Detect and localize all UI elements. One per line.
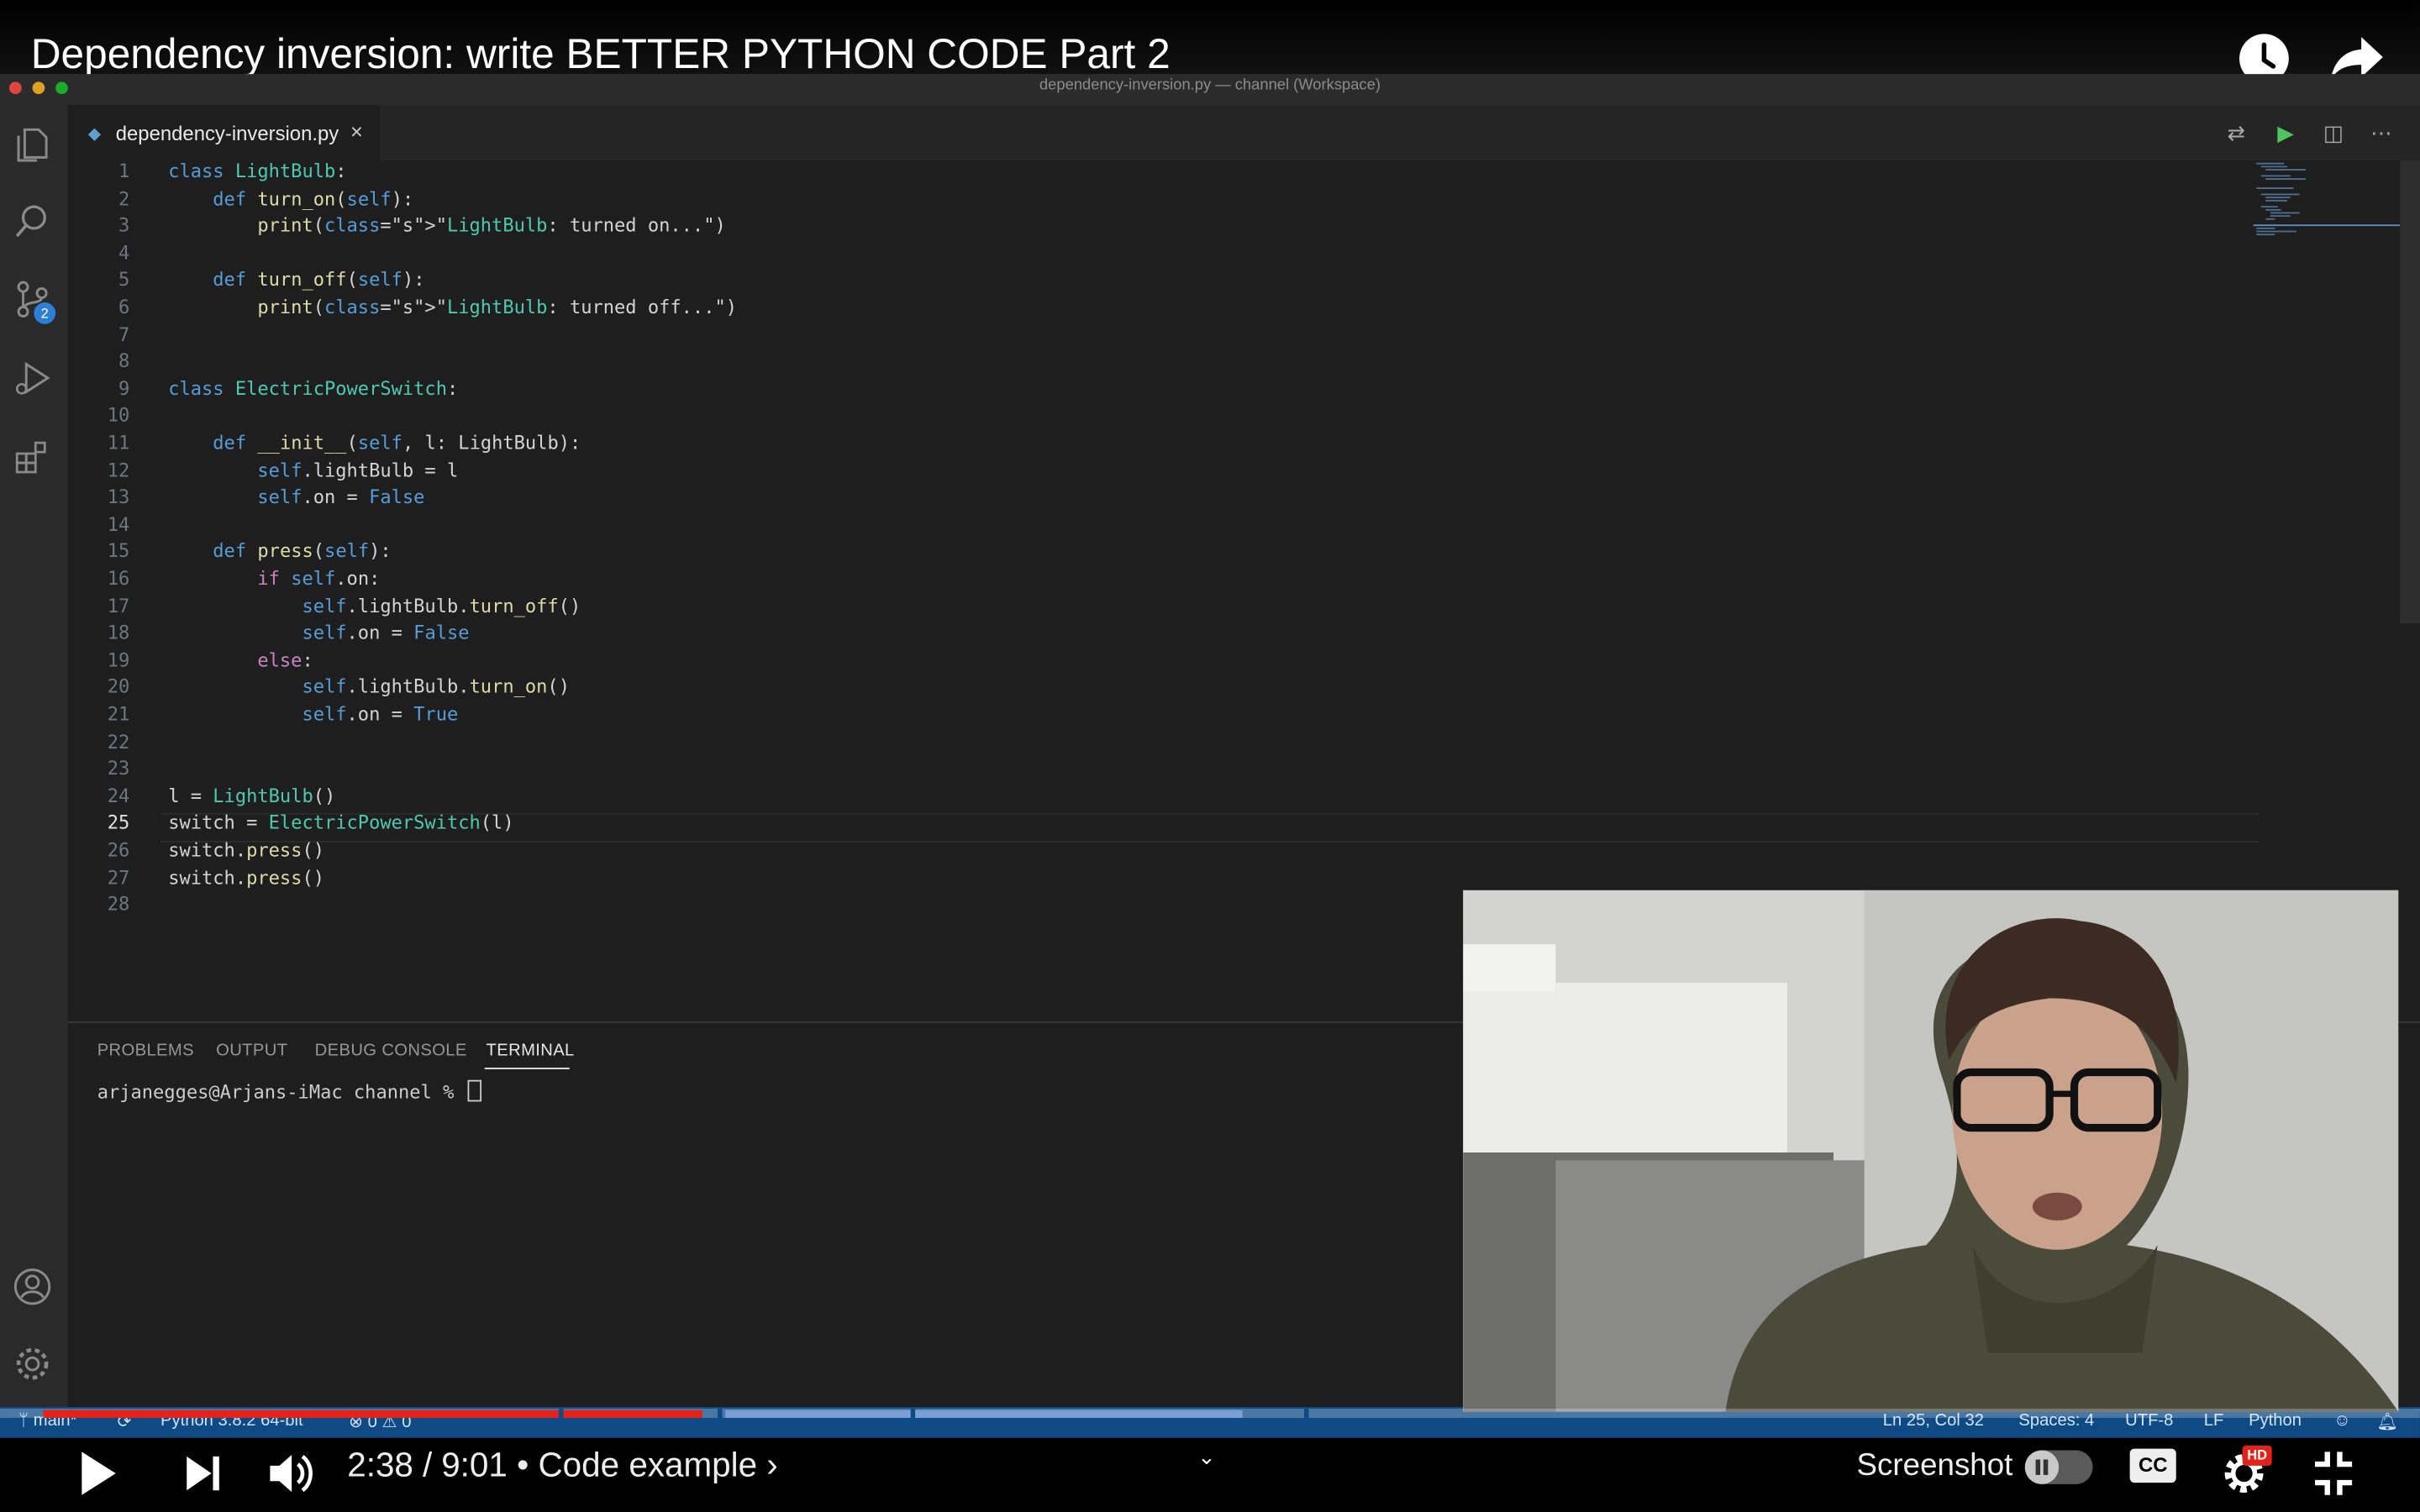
time-separator: / — [422, 1445, 433, 1484]
terminal-prompt: arjanegges@Arjans-iMac channel % — [97, 1081, 466, 1104]
chapter-title[interactable]: • Code example › — [517, 1446, 778, 1484]
line-number: 21 — [107, 703, 130, 726]
code-line[interactable]: switch.press() — [168, 866, 324, 888]
terminal-cursor — [468, 1079, 482, 1102]
screenshot-label: Screenshot — [1856, 1448, 2013, 1483]
open-changes-icon[interactable]: ⇄ — [2223, 120, 2250, 148]
line-number: 4 — [118, 241, 130, 264]
more-actions-icon[interactable]: ⋯ — [2367, 120, 2395, 148]
line-number: 26 — [107, 839, 130, 861]
code-line[interactable]: l = LightBulb() — [168, 785, 335, 807]
code-line[interactable]: switch.press() — [168, 839, 324, 861]
pause-icon[interactable] — [2024, 1450, 2060, 1484]
chapter-marker — [558, 1408, 564, 1418]
code-line[interactable]: print(class="s">"LightBulb: turned off..… — [168, 297, 737, 318]
code-line[interactable]: print(class="s">"LightBulb: turned on...… — [168, 215, 725, 237]
webcam-video — [1463, 890, 2399, 1412]
tab-output[interactable]: OUTPUT — [216, 1042, 287, 1060]
code-line[interactable]: def turn_off(self): — [168, 269, 424, 291]
code-line[interactable]: def __init__(self, l: LightBulb): — [168, 432, 581, 454]
line-number: 9 — [118, 377, 130, 400]
line-number: 13 — [107, 486, 130, 508]
tab-terminal[interactable]: TERMINAL — [487, 1042, 575, 1060]
captions-icon[interactable]: CC — [2129, 1448, 2176, 1483]
code-line[interactable]: self.on = False — [168, 486, 424, 508]
tab-problems[interactable]: PROBLEMS — [97, 1042, 194, 1060]
line-number: 16 — [107, 567, 130, 590]
line-number: 23 — [107, 758, 130, 780]
line-number: 22 — [107, 730, 130, 753]
line-number: 24 — [107, 785, 130, 807]
search-icon[interactable] — [13, 201, 53, 241]
chapter-marker — [910, 1408, 916, 1418]
hd-badge: HD — [2242, 1445, 2272, 1466]
tab-debug-console[interactable]: DEBUG CONSOLE — [315, 1042, 467, 1060]
line-number: 15 — [107, 540, 130, 563]
run-debug-icon[interactable] — [13, 358, 53, 398]
code-line[interactable]: def turn_on(self): — [168, 187, 413, 209]
video-buffered-bar — [725, 1410, 1243, 1418]
minimap[interactable] — [2253, 160, 2401, 253]
line-number: 12 — [107, 459, 130, 481]
account-icon[interactable] — [13, 1267, 53, 1307]
code-line[interactable]: self.lightBulb = l — [168, 459, 458, 481]
line-number: 8 — [118, 350, 130, 372]
line-number: 10 — [107, 404, 130, 427]
split-editor-icon[interactable]: ◫ — [2320, 120, 2348, 148]
line-number: 27 — [107, 866, 130, 889]
video-title[interactable]: Dependency inversion: write BETTER PYTHO… — [31, 31, 1171, 79]
next-video-icon[interactable] — [179, 1442, 229, 1504]
line-number: 3 — [118, 214, 130, 237]
line-number: 1 — [118, 160, 130, 182]
settings-gear-icon[interactable] — [13, 1344, 53, 1384]
exit-fullscreen-icon[interactable] — [2311, 1442, 2357, 1504]
total-time: 9:01 — [441, 1445, 508, 1484]
line-number: 6 — [118, 296, 130, 318]
chapter-marker — [1304, 1408, 1309, 1418]
terminal-output[interactable]: arjanegges@Arjans-iMac channel % — [97, 1079, 482, 1104]
time-display: 2:38/9:01 • Code example › — [347, 1446, 777, 1486]
volume-icon[interactable] — [266, 1442, 318, 1504]
window-title: dependency-inversion.py — channel (Works… — [1039, 76, 1381, 95]
line-number: 7 — [118, 323, 130, 345]
code-line[interactable]: if self.on: — [168, 568, 380, 590]
line-number: 2 — [118, 187, 130, 210]
python-file-icon: ◆ — [87, 124, 102, 144]
close-tab-icon[interactable]: × — [350, 118, 363, 143]
code-line[interactable]: self.on = False — [168, 622, 469, 644]
line-number: 17 — [107, 595, 130, 617]
line-number: 14 — [107, 513, 130, 535]
code-line[interactable]: else: — [168, 649, 313, 671]
line-number: 19 — [107, 648, 130, 671]
line-number: 20 — [107, 676, 130, 698]
code-line[interactable]: def press(self): — [168, 541, 391, 563]
line-number: 5 — [118, 269, 130, 291]
editor-tab-label[interactable]: dependency-inversion.py — [116, 122, 339, 145]
code-line[interactable]: self.on = True — [168, 704, 458, 726]
code-line[interactable]: switch = ElectricPowerSwitch(l) — [168, 812, 513, 834]
files-icon[interactable] — [13, 123, 53, 164]
line-number: 11 — [107, 432, 130, 454]
line-number: 28 — [107, 893, 130, 916]
code-line[interactable]: self.lightBulb.turn_on() — [168, 676, 570, 698]
run-file-icon[interactable]: ▶ — [2272, 120, 2300, 148]
chevron-down-icon[interactable]: ⌄ — [1197, 1444, 1222, 1468]
active-tab-indicator — [484, 1067, 570, 1069]
extensions-icon[interactable] — [13, 437, 53, 477]
line-number: 25 — [107, 811, 130, 834]
code-line[interactable]: self.lightBulb.turn_off() — [168, 595, 581, 617]
chapter-marker — [718, 1408, 723, 1418]
play-icon[interactable] — [74, 1442, 124, 1504]
video-played-bar — [43, 1410, 702, 1418]
current-time: 2:38 — [347, 1445, 413, 1484]
editor-scrollbar[interactable] — [2400, 160, 2420, 624]
code-line[interactable]: class ElectricPowerSwitch: — [168, 378, 458, 400]
source-control-badge: 2 — [34, 302, 56, 324]
code-line[interactable]: class LightBulb: — [168, 160, 346, 182]
line-number: 18 — [107, 622, 130, 644]
editor-tab-bar — [67, 104, 2420, 161]
